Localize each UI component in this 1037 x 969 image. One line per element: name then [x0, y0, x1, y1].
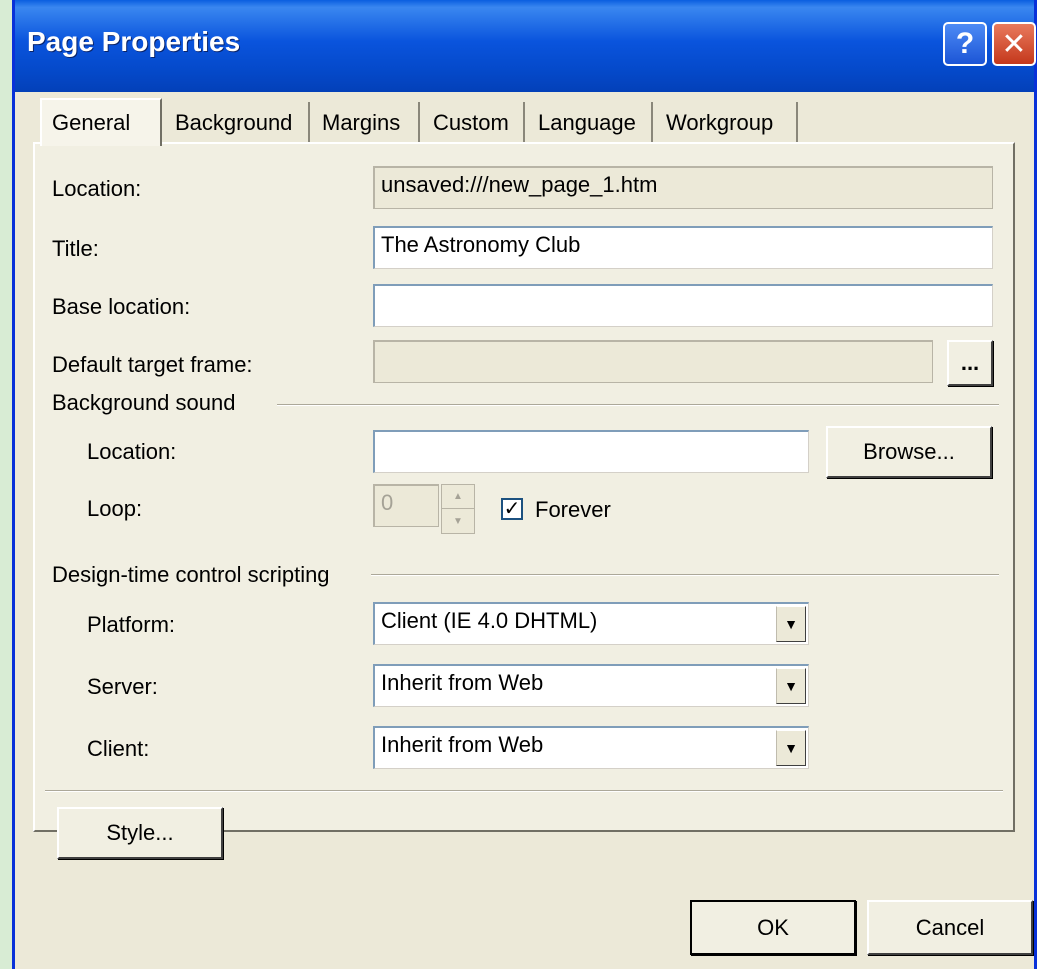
page-properties-dialog: Page Properties ? ✕ General Background M… [12, 0, 1037, 969]
browse-button[interactable]: Browse... [826, 426, 992, 478]
help-icon[interactable]: ? [943, 22, 987, 66]
cancel-button[interactable]: Cancel [867, 900, 1033, 955]
sound-location-label: Location: [87, 439, 177, 464]
base-location-input[interactable] [373, 284, 993, 327]
scripting-group-label: Design-time control scripting [52, 562, 330, 587]
general-tab-panel: Location: unsaved:///new_page_1.htm Titl… [33, 142, 1015, 832]
bottom-separator [45, 790, 1003, 792]
client-value: Inherit from Web [381, 732, 544, 757]
server-select[interactable]: Inherit from Web ▼ [373, 664, 809, 707]
title-bar[interactable]: Page Properties ? ✕ [15, 0, 1036, 92]
server-label: Server: [87, 674, 158, 699]
chevron-down-icon[interactable]: ▼ [776, 606, 806, 642]
loop-input: 0 [373, 484, 439, 527]
style-button[interactable]: Style... [57, 807, 223, 859]
platform-value: Client (IE 4.0 DHTML) [381, 608, 598, 633]
server-value: Inherit from Web [381, 670, 544, 695]
tab-general[interactable]: General [40, 98, 162, 146]
ok-button[interactable]: OK [690, 900, 856, 955]
forever-label: Forever [535, 497, 611, 522]
location-field: unsaved:///new_page_1.htm [373, 166, 993, 209]
edit-target-frame-button[interactable]: ... [947, 340, 993, 386]
spin-down-icon: ▼ [453, 515, 463, 527]
tab-custom[interactable]: Custom [423, 102, 525, 143]
tab-margins[interactable]: Margins [312, 102, 420, 143]
tab-workgroup[interactable]: Workgroup [656, 102, 798, 143]
forever-checkbox[interactable]: ✓ [501, 498, 523, 520]
dialog-title: Page Properties [27, 26, 241, 57]
tab-language[interactable]: Language [528, 102, 653, 143]
chevron-down-icon[interactable]: ▼ [776, 668, 806, 704]
tab-background[interactable]: Background [165, 102, 310, 143]
location-label: Location: [52, 176, 142, 201]
scripting-divider [371, 574, 999, 576]
title-input[interactable]: The Astronomy Club [373, 226, 993, 269]
title-label: Title: [52, 236, 99, 261]
loop-label: Loop: [87, 496, 143, 521]
default-target-frame-label: Default target frame: [52, 352, 253, 377]
close-icon[interactable]: ✕ [992, 22, 1036, 66]
sound-location-input[interactable] [373, 430, 809, 473]
default-target-frame-field [373, 340, 933, 383]
background-sound-divider [277, 404, 999, 406]
spin-up-icon: ▲ [442, 485, 474, 509]
background-sound-group-label: Background sound [52, 390, 236, 415]
base-location-label: Base location: [52, 294, 191, 319]
platform-label: Platform: [87, 612, 176, 637]
chevron-down-icon[interactable]: ▼ [776, 730, 806, 766]
client-label: Client: [87, 736, 150, 761]
loop-spinner: ▲ ▼ [441, 484, 475, 534]
client-select[interactable]: Inherit from Web ▼ [373, 726, 809, 769]
platform-select[interactable]: Client (IE 4.0 DHTML) ▼ [373, 602, 809, 645]
pencil-icon: ... [960, 350, 980, 375]
